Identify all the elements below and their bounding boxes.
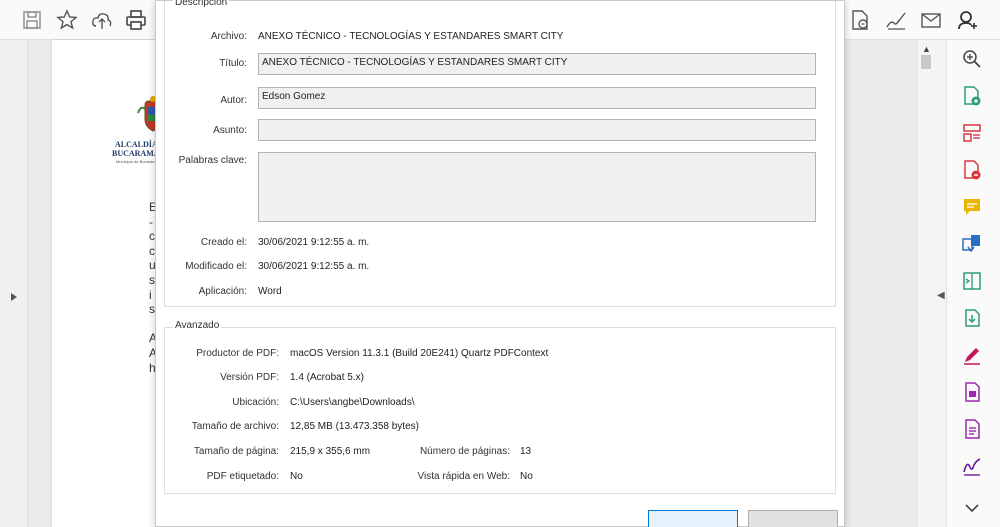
cancel-button[interactable] [748, 510, 838, 527]
left-panel-toggle-strip[interactable] [0, 40, 28, 527]
tamano-pagina-value: 215,9 x 355,6 mm [290, 446, 371, 457]
creado-value: 30/06/2021 9:12:55 a. m. [258, 237, 370, 248]
ubicacion-value: C:\Users\angbe\Downloads\ [290, 397, 415, 408]
asunto-field[interactable] [258, 119, 816, 141]
chevron-down-icon[interactable] [961, 497, 983, 519]
expand-left-panel-icon[interactable] [9, 292, 19, 302]
ubicacion-label: Ubicación: [232, 397, 279, 408]
palabras-clave-field[interactable] [258, 152, 816, 222]
collapse-right-pane-icon[interactable]: ◀ [937, 290, 945, 301]
export-arrow-icon[interactable] [961, 307, 983, 329]
asunto-label: Asunto: [213, 125, 247, 136]
share-user-icon[interactable] [955, 8, 979, 32]
protect-icon[interactable] [961, 381, 983, 403]
tools-rail [946, 40, 1000, 527]
creado-label: Creado el: [200, 237, 247, 248]
fill-sign-icon[interactable] [961, 344, 983, 366]
pdf-etiquetado-value: No [290, 471, 303, 482]
mail-icon[interactable] [919, 8, 943, 32]
print-icon[interactable] [124, 8, 148, 32]
tamano-archivo-value: 12,85 MB (13.473.358 bytes) [290, 421, 419, 432]
modificado-value: 30/06/2021 9:12:55 a. m. [258, 261, 370, 272]
palabras-clave-label: Palabras clave: [178, 155, 247, 166]
export-pdf-icon[interactable] [848, 8, 872, 32]
aplicacion-label: Aplicación: [198, 286, 247, 297]
sign-icon[interactable] [884, 8, 908, 32]
document-properties-dialog: Descripción Archivo: ANEXO TÉCNICO - TEC… [155, 0, 845, 527]
zoom-in-icon[interactable] [961, 48, 983, 70]
modificado-label: Modificado el: [185, 261, 247, 272]
autor-field[interactable]: Edson Gomez [258, 87, 816, 109]
archivo-label: Archivo: [210, 31, 247, 42]
bookmark-star-icon[interactable] [55, 8, 79, 32]
vista-rapida-value: No [520, 471, 533, 482]
optimize-pdf-icon[interactable] [961, 418, 983, 440]
productor-pdf-value: macOS Version 11.3.1 (Build 20E241) Quar… [290, 348, 549, 359]
upload-cloud-icon[interactable] [90, 8, 114, 32]
tamano-pagina-label: Tamaño de página: [193, 446, 279, 457]
aplicacion-value: Word [258, 286, 282, 297]
alcaldia-line-3: Municipio de Bucaram [116, 159, 156, 164]
comment-icon[interactable] [961, 196, 983, 218]
save-icon[interactable] [20, 8, 44, 32]
organize-pages-icon[interactable] [961, 122, 983, 144]
version-pdf-label: Versión PDF: [220, 372, 279, 383]
version-pdf-value: 1.4 (Acrobat 5.x) [290, 372, 364, 383]
numero-paginas-value: 13 [520, 446, 532, 457]
vertical-scrollbar[interactable]: ▲ [918, 40, 934, 527]
titulo-label: Título: [219, 58, 247, 69]
scroll-up-icon[interactable]: ▲ [922, 44, 931, 54]
titulo-field[interactable]: ANEXO TÉCNICO - TECNOLOGÍAS Y ESTANDARES… [258, 53, 816, 75]
numero-paginas-label: Número de páginas: [419, 446, 510, 457]
archivo-value: ANEXO TÉCNICO - TECNOLOGÍAS Y ESTANDARES… [258, 31, 564, 42]
tamano-archivo-label: Tamaño de archivo: [191, 421, 279, 432]
signature-icon[interactable] [961, 455, 983, 477]
create-pdf-icon[interactable] [961, 85, 983, 107]
edit-pdf-icon[interactable] [961, 159, 983, 181]
ok-button[interactable] [648, 510, 738, 527]
compress-pdf-icon[interactable] [961, 270, 983, 292]
productor-pdf-label: Productor de PDF: [196, 348, 279, 359]
vista-rapida-label: Vista rápida en Web: [417, 471, 510, 482]
description-group-title: Descripción [173, 0, 230, 8]
advanced-group-title: Avanzado [173, 320, 222, 331]
autor-label: Autor: [220, 95, 247, 106]
pdf-etiquetado-label: PDF etiquetado: [206, 471, 279, 482]
scroll-thumb[interactable] [921, 55, 931, 69]
combine-files-icon[interactable] [961, 233, 983, 255]
